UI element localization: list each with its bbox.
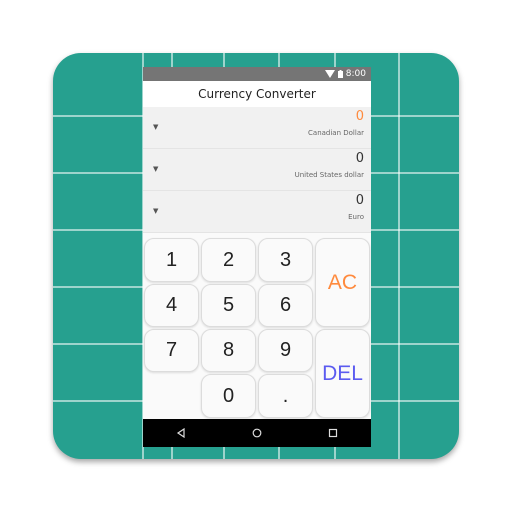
- key-2-button[interactable]: 2: [201, 238, 256, 282]
- back-icon[interactable]: [176, 428, 186, 438]
- key-4-button[interactable]: 4: [144, 284, 199, 327]
- currency-name: Euro: [348, 213, 364, 221]
- phone-screen: 8:00 Currency Converter ▼ 0 Canadian Dol…: [143, 67, 371, 447]
- key-1-button[interactable]: 1: [144, 238, 199, 282]
- dropdown-arrow-icon[interactable]: ▼: [153, 165, 158, 173]
- battery-icon: [337, 70, 343, 78]
- page-title: Currency Converter: [198, 87, 316, 101]
- grid-line: [398, 53, 400, 459]
- currency-name: United States dollar: [294, 171, 364, 179]
- ac-button[interactable]: AC: [315, 238, 370, 327]
- app-title-bar: Currency Converter: [143, 81, 371, 107]
- del-button[interactable]: DEL: [315, 329, 370, 418]
- decimal-point-button[interactable]: .: [258, 374, 313, 418]
- currency-name: Canadian Dollar: [308, 129, 364, 137]
- key-5-button[interactable]: 5: [201, 284, 256, 327]
- currency-value: 0: [355, 193, 364, 208]
- key-7-button[interactable]: 7: [144, 329, 199, 372]
- recents-icon[interactable]: [328, 428, 338, 438]
- key-8-button[interactable]: 8: [201, 329, 256, 372]
- keypad: 1 2 3 AC 4 5 6 7 8 9 DEL 0 .: [143, 237, 371, 419]
- currency-row-euro[interactable]: ▼ 0 Euro: [143, 191, 371, 233]
- currency-row-united-states-dollar[interactable]: ▼ 0 United States dollar: [143, 149, 371, 191]
- currency-value: 0: [355, 151, 364, 166]
- wifi-icon: [324, 70, 335, 78]
- key-0-button[interactable]: 0: [201, 374, 256, 418]
- currency-row-canadian-dollar[interactable]: ▼ 0 Canadian Dollar: [143, 107, 371, 149]
- key-3-button[interactable]: 3: [258, 238, 313, 282]
- currency-value: 0: [355, 109, 364, 124]
- dropdown-arrow-icon[interactable]: ▼: [153, 207, 158, 215]
- navigation-bar: [143, 419, 371, 447]
- key-9-button[interactable]: 9: [258, 329, 313, 372]
- home-icon[interactable]: [252, 428, 262, 438]
- status-time: 8:00: [345, 69, 366, 79]
- status-bar: 8:00: [143, 67, 371, 81]
- dropdown-arrow-icon[interactable]: ▼: [153, 123, 158, 131]
- key-6-button[interactable]: 6: [258, 284, 313, 327]
